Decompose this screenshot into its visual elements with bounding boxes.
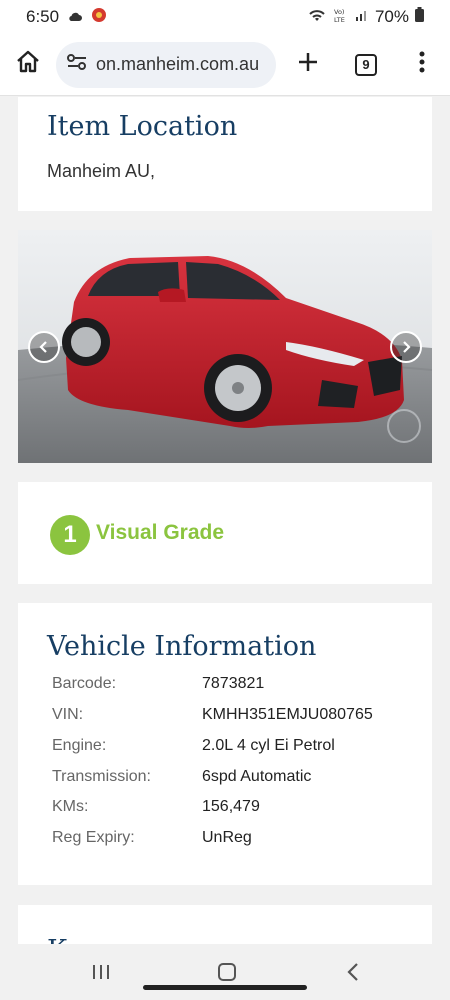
spec-value: 156,479 (202, 798, 260, 815)
more-vert-icon (419, 51, 425, 78)
volte-icon: Vo) LTE (333, 7, 349, 28)
visual-grade-card: 1 Visual Grade (18, 482, 432, 584)
keys-card: Keys (18, 905, 432, 944)
status-time: 6:50 (26, 7, 60, 26)
item-location-text: Manheim AU, (47, 161, 156, 181)
vehicle-photo-gallery[interactable] (18, 230, 432, 463)
item-location-heading: Item Location (47, 111, 238, 142)
tab-switcher-button[interactable]: 9 (338, 34, 394, 96)
url-text: on.manheim.com.au (96, 54, 260, 74)
vehicle-information-card: Vehicle Information Barcode: 7873821 VIN… (18, 603, 432, 885)
tab-count: 9 (362, 57, 370, 72)
spec-row-reg-expiry: Reg Expiry: UnReg (52, 827, 422, 849)
site-settings-icon[interactable] (66, 52, 88, 77)
spec-row-transmission: Transmission: 6spd Automatic (52, 766, 422, 788)
spec-row-kms: KMs: 156,479 (52, 796, 422, 818)
spec-value: 7873821 (202, 675, 265, 692)
more-menu-button[interactable] (394, 34, 450, 96)
spec-label: Reg Expiry: (52, 829, 135, 846)
spec-label: Engine: (52, 737, 107, 754)
previous-photo-button[interactable] (28, 331, 60, 363)
gesture-bar (143, 985, 307, 990)
spec-value: 6spd Automatic (202, 768, 312, 785)
spec-label: KMs: (52, 798, 89, 815)
home-icon (15, 49, 41, 80)
app-notification-icon (91, 7, 107, 28)
plus-icon (297, 51, 319, 78)
home-nav-icon[interactable] (218, 963, 236, 981)
spec-label: Barcode: (52, 675, 117, 692)
chevron-left-icon (38, 340, 50, 354)
status-bar: 6:50 Vo) LTE 70% (0, 0, 450, 34)
tabs-icon: 9 (355, 53, 377, 76)
svg-text:Vo): Vo) (334, 8, 344, 16)
new-tab-button[interactable] (278, 34, 338, 96)
back-icon[interactable] (346, 962, 360, 987)
spec-row-engine: Engine: 2.0L 4 cyl Ei Petrol (52, 735, 422, 757)
page-content: Item Location Manheim AU, 1 Visual Grade… (0, 97, 450, 944)
battery-icon (415, 7, 424, 27)
recents-icon[interactable] (92, 963, 110, 986)
vehicle-information-heading: Vehicle Information (47, 631, 317, 662)
spec-label: VIN: (52, 706, 84, 723)
url-bar[interactable]: on.manheim.com.au (56, 41, 276, 88)
cloud-icon (67, 7, 83, 27)
spec-value: KMHH351EMJU080765 (202, 706, 373, 723)
battery-percent: 70% (374, 7, 409, 26)
grade-badge: 1 (50, 515, 90, 555)
keys-heading: Keys (47, 935, 112, 944)
spec-value: UnReg (202, 829, 252, 846)
grade-label: Visual Grade (96, 521, 225, 544)
chevron-right-icon (400, 340, 412, 354)
next-photo-button[interactable] (390, 331, 422, 363)
spec-row-barcode: Barcode: 7873821 (52, 673, 422, 695)
item-location-card: Item Location Manheim AU, (18, 97, 432, 211)
system-nav-bar (0, 944, 450, 1000)
spec-label: Transmission: (52, 768, 151, 785)
svg-text:LTE: LTE (334, 16, 345, 23)
home-button[interactable] (0, 34, 56, 96)
wifi-icon (307, 7, 327, 28)
spec-row-vin: VIN: KMHH351EMJU080765 (52, 704, 422, 726)
browser-toolbar: on.manheim.com.au 9 (0, 34, 450, 96)
vehicle-photo (18, 230, 432, 463)
spec-value: 2.0L 4 cyl Ei Petrol (202, 737, 335, 754)
signal-icon (355, 7, 369, 27)
